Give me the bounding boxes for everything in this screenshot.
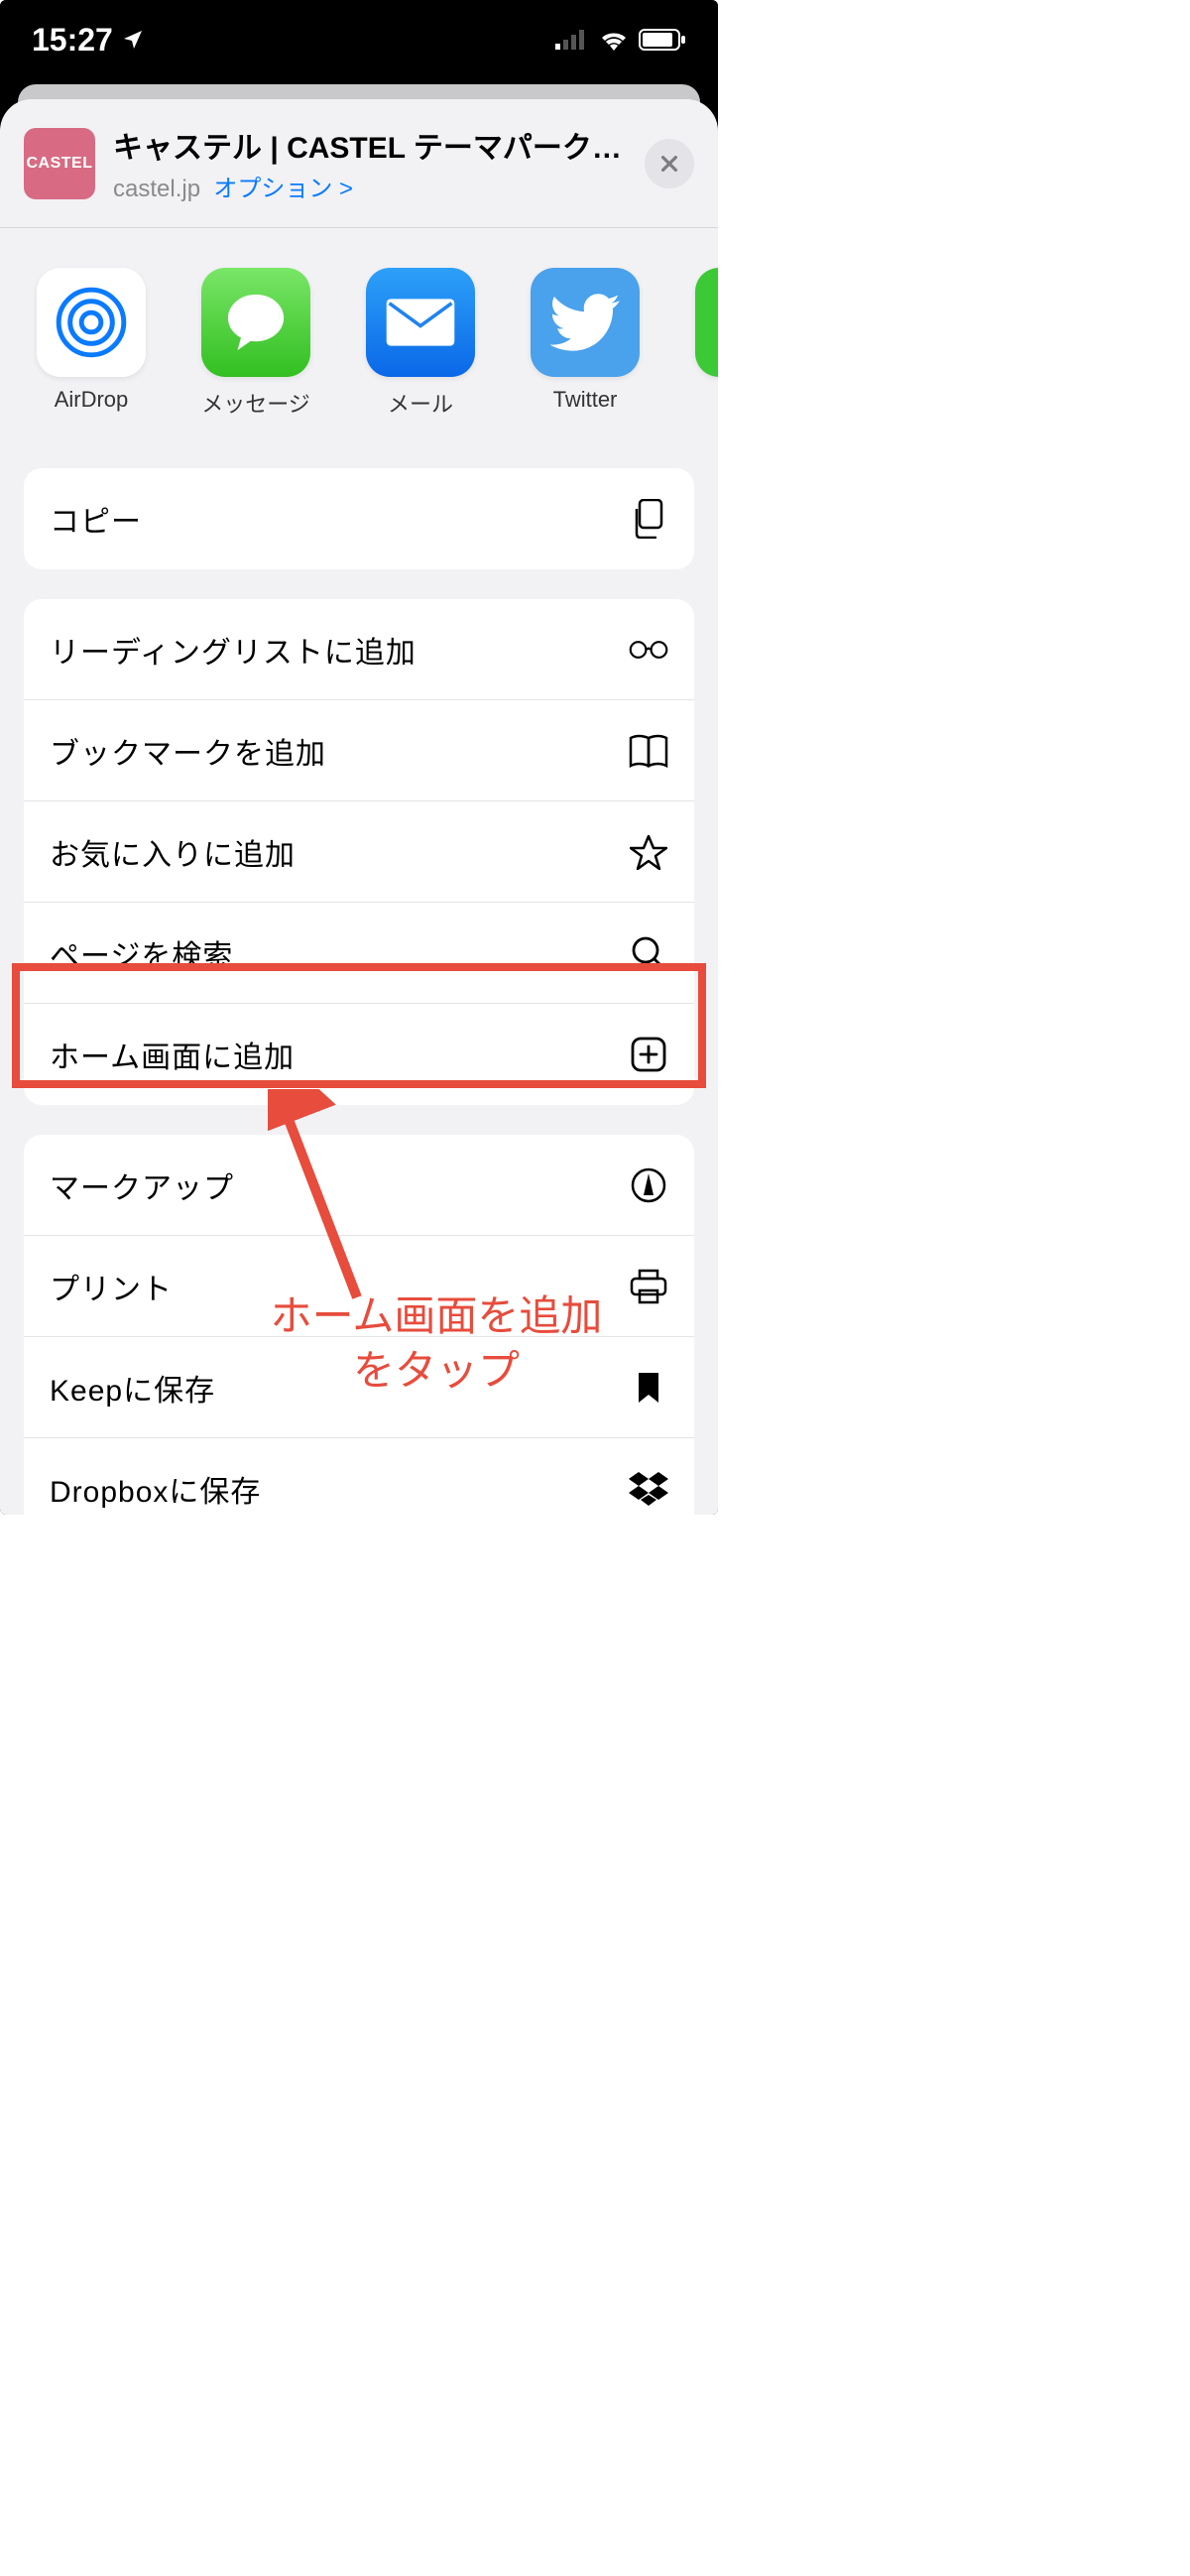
share-app-airdrop[interactable]: AirDrop bbox=[24, 268, 159, 419]
share-app-twitter[interactable]: Twitter bbox=[518, 268, 653, 419]
action-label: お気に入りに追加 bbox=[50, 830, 296, 874]
share-app-label: Twitter bbox=[553, 387, 618, 413]
share-app-label: メッセージ bbox=[201, 387, 310, 419]
action-label: マークアップ bbox=[50, 1164, 234, 1207]
share-app-line[interactable] bbox=[682, 268, 718, 419]
action-label: ホーム画面に追加 bbox=[50, 1033, 295, 1076]
plus-square-icon bbox=[629, 1035, 668, 1074]
sheet-header: CASTEL キャステル | CASTEL テーマパーク… castel.jp … bbox=[0, 99, 718, 228]
action-label: Dropboxに保存 bbox=[50, 1467, 261, 1511]
copy-icon bbox=[629, 499, 668, 539]
action-print[interactable]: プリント bbox=[24, 1236, 694, 1337]
action-add-to-home-screen[interactable]: ホーム画面に追加 bbox=[24, 1004, 694, 1105]
print-icon bbox=[629, 1267, 668, 1306]
share-app-messages[interactable]: メッセージ bbox=[188, 268, 323, 419]
status-icons bbox=[555, 29, 686, 51]
action-markup[interactable]: マークアップ bbox=[24, 1135, 694, 1236]
cellular-icon bbox=[555, 30, 589, 50]
action-section-1: コピー bbox=[24, 468, 694, 569]
action-label: ページを検索 bbox=[50, 931, 233, 975]
airdrop-icon bbox=[51, 282, 132, 363]
share-sheet: CASTEL キャステル | CASTEL テーマパーク… castel.jp … bbox=[0, 99, 718, 1515]
messages-icon bbox=[219, 286, 293, 359]
wifi-icon bbox=[599, 29, 629, 51]
battery-icon bbox=[639, 29, 686, 51]
bookmark-fill-icon bbox=[629, 1368, 668, 1408]
phone-frame: 15:27 CASTEL キャステル | CASTEL テーマパーク… cast… bbox=[0, 0, 718, 1515]
page-title: キャステル | CASTEL テーマパーク… bbox=[113, 123, 645, 167]
markup-icon bbox=[629, 1165, 668, 1205]
search-icon bbox=[629, 933, 668, 973]
star-icon bbox=[629, 832, 668, 872]
action-section-3: マークアップ プリント Keepに保存 Dropboxに保存 bbox=[24, 1135, 694, 1515]
action-reading-list[interactable]: リーディングリストに追加 bbox=[24, 599, 694, 700]
glasses-icon bbox=[629, 630, 668, 670]
action-label: コピー bbox=[50, 497, 142, 541]
twitter-icon bbox=[550, 294, 620, 351]
share-app-mail[interactable]: メール bbox=[353, 268, 488, 419]
share-app-row[interactable]: AirDrop メッセージ メール Twitter bbox=[0, 228, 718, 438]
action-save-to-dropbox[interactable]: Dropboxに保存 bbox=[24, 1438, 694, 1515]
dropbox-icon bbox=[629, 1469, 668, 1509]
action-add-favorite[interactable]: お気に入りに追加 bbox=[24, 801, 694, 903]
action-label: ブックマークを追加 bbox=[50, 729, 326, 773]
close-icon bbox=[658, 153, 680, 175]
action-save-to-keep[interactable]: Keepに保存 bbox=[24, 1337, 694, 1438]
book-icon bbox=[629, 731, 668, 771]
location-icon bbox=[121, 28, 145, 52]
action-copy[interactable]: コピー bbox=[24, 468, 694, 569]
action-label: Keepに保存 bbox=[50, 1366, 215, 1410]
site-icon: CASTEL bbox=[24, 128, 95, 199]
action-add-bookmark[interactable]: ブックマークを追加 bbox=[24, 700, 694, 801]
action-label: プリント bbox=[50, 1265, 173, 1308]
action-label: リーディングリストに追加 bbox=[50, 628, 416, 672]
action-section-2: リーディングリストに追加 ブックマークを追加 お気に入りに追加 ページを検索 bbox=[24, 599, 694, 1105]
close-button[interactable] bbox=[645, 139, 694, 188]
status-bar: 15:27 bbox=[0, 0, 718, 79]
action-find-on-page[interactable]: ページを検索 bbox=[24, 903, 694, 1004]
status-time: 15:27 bbox=[32, 22, 113, 59]
mail-icon bbox=[385, 298, 456, 347]
share-app-label: メール bbox=[388, 387, 453, 419]
share-app-label: AirDrop bbox=[55, 387, 129, 413]
page-domain: castel.jp bbox=[113, 176, 200, 202]
options-link[interactable]: オプション > bbox=[213, 176, 353, 202]
